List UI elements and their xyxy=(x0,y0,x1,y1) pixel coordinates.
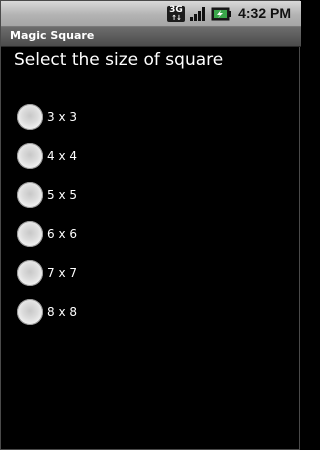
radio-button[interactable] xyxy=(17,103,43,130)
page-heading: Select the size of square xyxy=(14,50,224,70)
radio-button[interactable] xyxy=(17,298,43,325)
radio-option-label: 6 x 6 xyxy=(47,226,77,241)
radio-option-6x6[interactable]: 6 x 6 xyxy=(17,214,277,253)
radio-option-label: 5 x 5 xyxy=(47,187,77,202)
3g-data-icon: 3G ↑↓ xyxy=(167,6,185,22)
status-clock: 4:32 PM xyxy=(238,5,291,21)
battery-charging-icon xyxy=(211,7,231,21)
app-title: Magic Square xyxy=(10,29,95,42)
radio-button[interactable] xyxy=(17,142,43,169)
app-screen: 3G ↑↓ 4:32 PM Magic Square Select the si… xyxy=(0,0,301,450)
size-radio-group: 3 x 3 4 x 4 5 x 5 6 x 6 7 x 7 8 x 8 xyxy=(17,97,277,331)
signal-strength-icon xyxy=(190,7,205,21)
radio-option-label: 8 x 8 xyxy=(47,304,77,319)
radio-button[interactable] xyxy=(17,259,43,286)
data-arrows-icon: ↑↓ xyxy=(171,14,182,22)
radio-button[interactable] xyxy=(17,220,43,247)
radio-option-8x8[interactable]: 8 x 8 xyxy=(17,292,277,331)
radio-option-label: 7 x 7 xyxy=(47,265,77,280)
radio-option-label: 3 x 3 xyxy=(47,109,77,124)
radio-option-3x3[interactable]: 3 x 3 xyxy=(17,97,277,136)
radio-option-4x4[interactable]: 4 x 4 xyxy=(17,136,277,175)
radio-option-5x5[interactable]: 5 x 5 xyxy=(17,175,277,214)
radio-button[interactable] xyxy=(17,181,43,208)
radio-option-7x7[interactable]: 7 x 7 xyxy=(17,253,277,292)
radio-option-label: 4 x 4 xyxy=(47,148,77,163)
title-bar: Magic Square xyxy=(1,27,301,47)
status-bar: 3G ↑↓ 4:32 PM xyxy=(1,1,301,27)
